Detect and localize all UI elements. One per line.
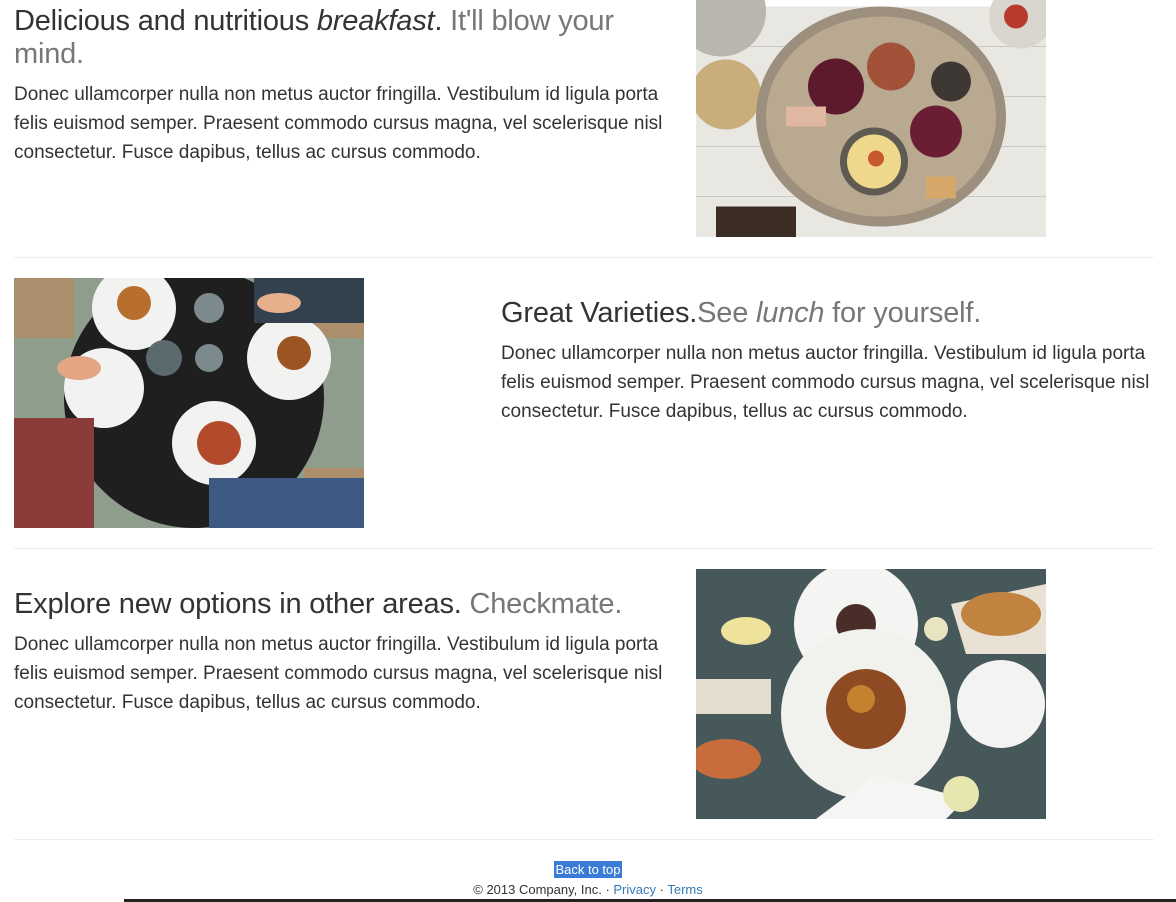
featurette-heading-explore: Explore new options in other areas. Chec… [14, 588, 674, 621]
breakfast-image [696, 0, 1046, 237]
featurette-heading-lunch: Great Varieties.See lunch for yourself. [501, 297, 1154, 330]
terms-link[interactable]: Terms [667, 882, 702, 897]
privacy-link[interactable]: Privacy [613, 882, 656, 897]
featurette-divider [14, 839, 1154, 840]
marketing-page: Delicious and nutritious breakfast. It'l… [0, 0, 1176, 902]
featurette-body-breakfast: Donec ullamcorper nulla non metus auctor… [14, 84, 663, 163]
heading-muted-prefix: See [697, 297, 756, 329]
lunch-image [14, 278, 364, 528]
featurette-breakfast: Delicious and nutritious breakfast. It'l… [14, 5, 674, 167]
featurette-body-lunch: Donec ullamcorper nulla non metus auctor… [501, 343, 1150, 422]
heading-text: Great Varieties. [501, 297, 698, 329]
featurette-explore: Explore new options in other areas. Chec… [14, 588, 674, 717]
footer: Back to top © 2013 Company, Inc. · Priva… [0, 861, 1176, 899]
copyright-text: © 2013 Company, Inc. · [473, 882, 614, 897]
featurette-divider [14, 257, 1154, 258]
heading-punctuation: . [434, 5, 451, 37]
back-to-top-link[interactable]: Back to top [554, 861, 622, 878]
footer-copyright-line: © 2013 Company, Inc. · Privacy · Terms [0, 881, 1176, 899]
featurette-lunch: Great Varieties.See lunch for yourself. … [501, 297, 1154, 426]
featurette-body-explore: Donec ullamcorper nulla non metus auctor… [14, 634, 663, 713]
featurette-divider [14, 548, 1154, 549]
dinner-image [696, 569, 1046, 819]
heading-muted-text: Checkmate. [469, 588, 623, 620]
heading-emphasis: lunch [755, 297, 825, 329]
heading-text: Explore new options in other areas. [14, 588, 470, 620]
heading-text: Delicious and nutritious [14, 5, 317, 37]
featurette-heading-breakfast: Delicious and nutritious breakfast. It'l… [14, 5, 674, 71]
heading-muted-suffix: for yourself. [824, 297, 982, 329]
heading-muted-text: See lunch for yourself. [697, 297, 981, 329]
footer-separator: · [656, 882, 668, 897]
heading-emphasis: breakfast [316, 5, 435, 37]
